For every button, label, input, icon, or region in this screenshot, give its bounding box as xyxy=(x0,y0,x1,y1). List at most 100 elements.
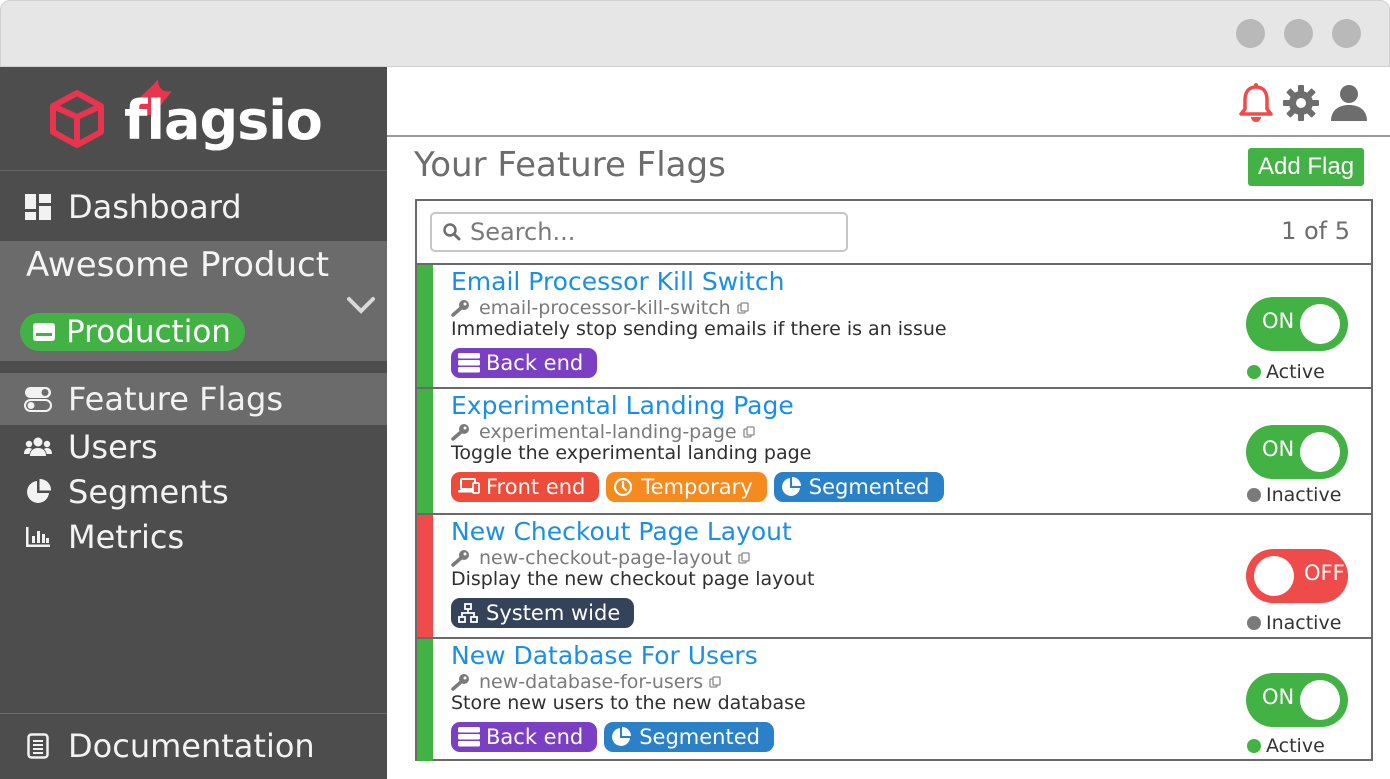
status-label: Active xyxy=(1266,361,1325,383)
server-icon xyxy=(458,353,480,373)
copy-icon[interactable] xyxy=(709,676,721,688)
sidebar-item-segments[interactable]: Segments xyxy=(0,469,387,515)
toggle-label: ON xyxy=(1262,685,1295,709)
user-icon[interactable] xyxy=(1329,81,1369,125)
flag-key: email-processor-kill-switch xyxy=(451,297,749,319)
toggle-icon xyxy=(24,385,52,413)
toggle-label: ON xyxy=(1262,309,1295,333)
pagination-label: 1 of 5 xyxy=(1281,217,1350,245)
flag-key-text: experimental-landing-page xyxy=(479,421,737,443)
flag-row[interactable]: Email Processor Kill Switch email-proces… xyxy=(417,263,1371,387)
flag-key-text: new-database-for-users xyxy=(479,671,704,693)
sidebar-item-documentation[interactable]: Documentation xyxy=(0,723,387,769)
flag-key: experimental-landing-page xyxy=(451,421,755,443)
window-close-button[interactable] xyxy=(1332,19,1361,48)
title-bar xyxy=(0,0,1390,67)
tag-system-wide[interactable]: System wide xyxy=(451,598,635,628)
copy-icon[interactable] xyxy=(737,552,750,564)
sidebar-item-label: Dashboard xyxy=(68,188,242,226)
top-bar xyxy=(387,67,1390,137)
status-dot xyxy=(1247,616,1261,630)
toggle-knob xyxy=(1300,680,1340,720)
flags-panel: 1 of 5 Email Processor Kill Switch email… xyxy=(415,199,1373,761)
tag-temporary[interactable]: Temporary xyxy=(606,472,767,502)
flag-toggle[interactable]: ON xyxy=(1246,297,1348,351)
copy-icon[interactable] xyxy=(742,426,755,438)
status-dot xyxy=(1247,365,1261,379)
flag-description: Immediately stop sending emails if there… xyxy=(451,318,947,340)
brand-logo[interactable]: flagsio xyxy=(0,67,387,171)
tag-label: Back end xyxy=(486,725,584,749)
window-maximize-button[interactable] xyxy=(1284,19,1313,48)
flag-status-stripe xyxy=(417,639,433,761)
flag-toggle[interactable]: ON xyxy=(1246,425,1348,479)
sidebar-item-label: Documentation xyxy=(68,727,315,765)
flag-toggle[interactable]: OFF xyxy=(1246,549,1348,603)
clock-icon xyxy=(613,477,635,497)
sidebar-item-metrics[interactable]: Metrics xyxy=(0,514,387,560)
project-name: Awesome Product xyxy=(26,245,330,285)
environment-badge[interactable]: Production xyxy=(20,313,245,351)
sidebar-item-dashboard[interactable]: Dashboard xyxy=(0,184,387,230)
bell-icon[interactable] xyxy=(1236,81,1276,125)
environment-label: Production xyxy=(66,314,231,350)
status-label: Active xyxy=(1266,735,1325,757)
server-icon xyxy=(458,727,480,747)
tag-segmented[interactable]: Segmented xyxy=(773,472,944,502)
flag-name-link[interactable]: New Database For Users xyxy=(451,641,758,670)
app-window: flagsio Dashboard Awesome Product Produc… xyxy=(0,0,1390,779)
sitemap-icon xyxy=(458,603,480,623)
flag-key-text: new-checkout-page-layout xyxy=(479,547,732,569)
tag-back-end[interactable]: Back end xyxy=(451,348,598,378)
sidebar-item-label: Metrics xyxy=(68,518,185,556)
key-icon xyxy=(451,299,473,317)
pie-icon xyxy=(781,477,803,497)
window-minimize-button[interactable] xyxy=(1236,19,1265,48)
brand-wordmark: flagsio xyxy=(124,89,323,152)
flag-row[interactable]: New Checkout Page Layout new-checkout-pa… xyxy=(417,513,1371,637)
key-icon xyxy=(451,423,473,441)
gear-icon[interactable] xyxy=(1281,81,1321,125)
sidebar-item-users[interactable]: Users xyxy=(0,424,387,470)
copy-icon[interactable] xyxy=(737,302,749,314)
sidebar-item-label: Feature Flags xyxy=(68,380,283,418)
flag-description: Toggle the experimental landing page xyxy=(451,442,812,464)
dashboard-icon xyxy=(24,193,52,221)
sidebar-divider xyxy=(0,713,387,714)
toggle-knob xyxy=(1300,304,1340,344)
flag-description: Store new users to the new database xyxy=(451,692,806,714)
toggle-knob xyxy=(1300,432,1340,472)
flag-name-link[interactable]: New Checkout Page Layout xyxy=(451,517,792,546)
search-box[interactable] xyxy=(430,212,848,252)
flag-tags: System wide xyxy=(451,598,635,628)
tag-front-end[interactable]: Front end xyxy=(451,472,600,502)
flag-name-link[interactable]: Email Processor Kill Switch xyxy=(451,267,785,296)
add-flag-button[interactable]: Add Flag xyxy=(1248,148,1365,186)
flag-name-link[interactable]: Experimental Landing Page xyxy=(451,391,794,420)
tag-label: Segmented xyxy=(639,725,760,749)
flag-row[interactable]: New Database For Users new-database-for-… xyxy=(417,637,1371,761)
key-icon xyxy=(451,549,473,567)
flag-tags: Back end Segmented xyxy=(451,722,774,752)
laptop-icon xyxy=(458,477,480,497)
tag-label: System wide xyxy=(486,601,621,625)
search-icon xyxy=(442,222,462,242)
chevron-down-icon[interactable] xyxy=(346,293,376,317)
sidebar: flagsio Dashboard Awesome Product Produc… xyxy=(0,67,387,779)
flag-key: new-database-for-users xyxy=(451,671,721,693)
search-input[interactable] xyxy=(470,218,830,246)
toggle-label: ON xyxy=(1262,437,1295,461)
flag-tags: Front end Temporary Segmented xyxy=(451,472,944,502)
status-dot xyxy=(1247,488,1261,502)
flag-status: Inactive xyxy=(1247,484,1341,506)
flag-description: Display the new checkout page layout xyxy=(451,568,815,590)
flag-row[interactable]: Experimental Landing Page experimental-l… xyxy=(417,387,1371,513)
bar-chart-icon xyxy=(24,523,52,551)
tag-back-end[interactable]: Back end xyxy=(451,722,598,752)
tag-segmented[interactable]: Segmented xyxy=(604,722,774,752)
sidebar-item-feature-flags[interactable]: Feature Flags xyxy=(0,373,387,425)
flag-toggle[interactable]: ON xyxy=(1246,673,1348,727)
tag-label: Front end xyxy=(486,475,586,499)
project-selector[interactable]: Awesome Product Production xyxy=(0,241,387,361)
server-icon xyxy=(32,321,56,343)
